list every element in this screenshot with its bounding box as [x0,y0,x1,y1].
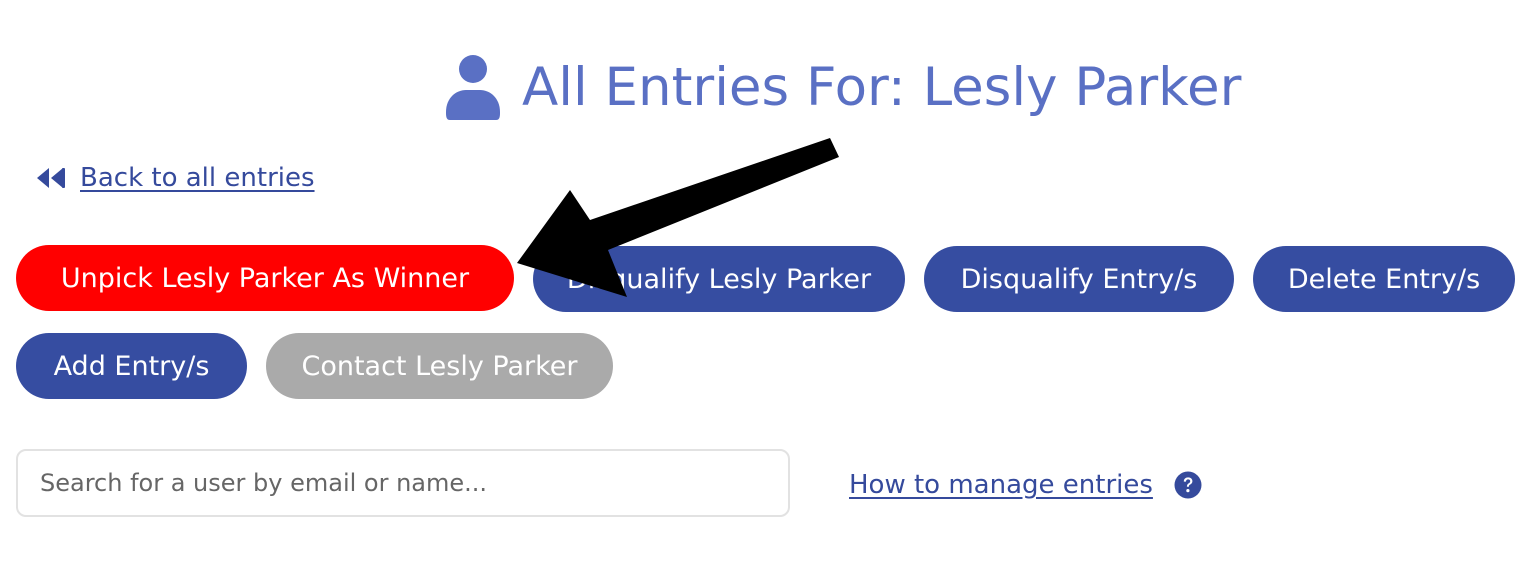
page-header: All Entries For: Lesly Parker [446,54,1241,120]
user-search-input[interactable] [16,449,790,517]
contact-user-button[interactable]: Contact Lesly Parker [266,333,613,399]
disqualify-user-button[interactable]: Disqualify Lesly Parker [533,246,905,312]
unpick-winner-button[interactable]: Unpick Lesly Parker As Winner [16,245,514,311]
rewind-icon [37,168,65,188]
page-title: All Entries For: Lesly Parker [522,56,1242,118]
delete-entries-button[interactable]: Delete Entry/s [1253,246,1515,312]
entries-page: All Entries For: Lesly Parker Back to al… [0,0,1536,564]
question-circle-icon[interactable] [1174,471,1202,499]
add-entries-button[interactable]: Add Entry/s [16,333,247,399]
back-to-entries-link[interactable]: Back to all entries [36,163,315,193]
back-link-label: Back to all entries [80,163,315,193]
manage-entries-help-link[interactable]: How to manage entries [849,470,1153,500]
user-icon [446,55,500,120]
disqualify-entries-button[interactable]: Disqualify Entry/s [924,246,1234,312]
